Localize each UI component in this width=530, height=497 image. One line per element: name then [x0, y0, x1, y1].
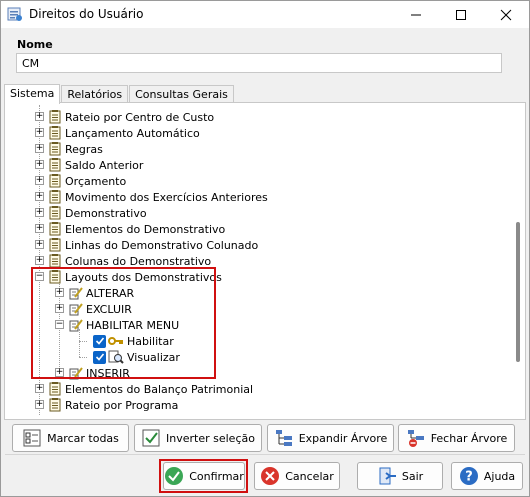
tree-expand-toggle[interactable]: +	[35, 176, 44, 185]
confirm-label: Confirmar	[189, 469, 244, 483]
cancel-button[interactable]: Cancelar	[254, 462, 340, 490]
collapse-tree-icon	[406, 428, 426, 448]
document-icon	[49, 190, 62, 204]
document-icon	[49, 110, 62, 124]
tree-item-label: Movimento dos Exercícios Anteriores	[65, 190, 268, 204]
tree-expand-toggle[interactable]: +	[35, 160, 44, 169]
help-question-icon: ?	[459, 466, 479, 486]
help-label: Ajuda	[483, 469, 516, 483]
tree-expand-toggle[interactable]: +	[35, 208, 44, 217]
collapse-tree-button[interactable]: Fechar Árvore	[398, 424, 515, 452]
dialog-content: Nome Sistema Relatórios Consultas Gerais…	[1, 28, 529, 496]
confirm-button[interactable]: Confirmar	[163, 462, 245, 490]
tree-item[interactable]: Rateio por Programa	[49, 397, 178, 413]
cancel-label: Cancelar	[285, 469, 334, 483]
checkbox-check-icon	[141, 428, 161, 448]
tree-item-label: Elementos do Balanço Patrimonial	[65, 382, 254, 396]
document-icon	[49, 254, 62, 268]
maximize-button[interactable]	[439, 1, 483, 28]
document-icon	[49, 382, 62, 396]
scrollbar-thumb[interactable]	[516, 222, 520, 362]
tree-expand-toggle[interactable]: +	[35, 256, 44, 265]
document-icon	[49, 174, 62, 188]
tree-item[interactable]: Linhas do Demonstrativo Colunado	[49, 237, 258, 253]
invert-selection-button[interactable]: Inverter seleção	[134, 424, 262, 452]
tree-expand-toggle[interactable]: +	[35, 144, 44, 153]
expand-tree-button[interactable]: Expandir Árvore	[267, 424, 394, 452]
tab-consultas-gerais[interactable]: Consultas Gerais	[129, 85, 234, 103]
tree-item[interactable]: Orçamento	[49, 173, 126, 189]
tree-item[interactable]: Lançamento Automático	[49, 125, 200, 141]
tree-item[interactable]: Rateio por Centro de Custo	[49, 109, 214, 125]
app-icon	[7, 6, 23, 22]
help-button[interactable]: ? Ajuda	[451, 462, 523, 490]
tree-scrollbar[interactable]	[513, 107, 523, 413]
tab-sistema[interactable]: Sistema	[4, 84, 61, 104]
exit-door-icon	[377, 466, 397, 486]
minimize-button[interactable]	[394, 1, 438, 28]
tree-expand-toggle[interactable]: +	[35, 128, 44, 137]
document-icon	[49, 126, 62, 140]
tree-item[interactable]: Elementos do Balanço Patrimonial	[49, 381, 253, 397]
document-icon	[49, 238, 62, 252]
tree-item-label: Rateio por Centro de Custo	[65, 110, 215, 124]
tree-item-label: Saldo Anterior	[65, 158, 144, 172]
title-bar: Direitos do Usuário	[1, 1, 529, 28]
collapse-tree-label: Fechar Árvore	[430, 431, 508, 445]
nome-input[interactable]	[16, 53, 502, 73]
exit-label: Sair	[401, 469, 424, 483]
tree-item[interactable]: Regras	[49, 141, 103, 157]
tab-strip: Sistema Relatórios Consultas Gerais	[4, 84, 235, 104]
tree-item-label: Linhas do Demonstrativo Colunado	[65, 238, 259, 252]
mark-all-button[interactable]: Marcar todas	[12, 424, 129, 452]
tree-item-label: Lançamento Automático	[65, 126, 200, 140]
document-icon	[49, 206, 62, 220]
nome-label: Nome	[17, 38, 53, 51]
tree-item-label: Elementos do Demonstrativo	[65, 222, 226, 236]
document-icon	[49, 142, 62, 156]
separator	[5, 454, 525, 455]
mark-all-label: Marcar todas	[47, 431, 119, 445]
tree-item[interactable]: Saldo Anterior	[49, 157, 143, 173]
expand-tree-icon	[274, 428, 294, 448]
document-icon	[49, 398, 62, 412]
checklist-icon	[22, 428, 42, 448]
document-icon	[49, 222, 62, 236]
close-icon	[500, 9, 512, 20]
tree-expand-toggle[interactable]: +	[35, 224, 44, 233]
document-icon	[49, 158, 62, 172]
svg-text:?: ?	[465, 470, 473, 485]
tree-item-label: Regras	[65, 142, 103, 156]
tab-relatorios[interactable]: Relatórios	[61, 85, 129, 103]
tree-expand-toggle[interactable]: +	[35, 192, 44, 201]
cancel-x-icon	[260, 466, 280, 486]
tree-item[interactable]: Demonstrativo	[49, 205, 147, 221]
tree-item[interactable]: Movimento dos Exercícios Anteriores	[49, 189, 268, 205]
tree-item-label: Demonstrativo	[65, 206, 147, 220]
tree-item-label: Rateio por Programa	[65, 398, 179, 412]
confirm-check-icon	[164, 466, 184, 486]
minimize-icon	[411, 14, 421, 15]
tree-expand-toggle[interactable]: +	[35, 112, 44, 121]
close-button[interactable]	[484, 1, 528, 28]
tree-expand-toggle[interactable]: +	[35, 400, 44, 409]
expand-tree-label: Expandir Árvore	[298, 431, 388, 445]
tree-item-label: Orçamento	[65, 174, 127, 188]
tree-item-label: Colunas do Demonstrativo	[65, 254, 212, 268]
highlight-box-layouts	[31, 267, 216, 379]
window-title: Direitos do Usuário	[29, 7, 144, 21]
user-rights-dialog: Direitos do Usuário Nome Sistema Relatór…	[0, 0, 530, 497]
tree-expand-toggle[interactable]: +	[35, 384, 44, 393]
tree-expand-toggle[interactable]: +	[35, 240, 44, 249]
maximize-icon	[456, 9, 466, 20]
tree-item[interactable]: Elementos do Demonstrativo	[49, 221, 225, 237]
exit-button[interactable]: Sair	[357, 462, 443, 490]
invert-selection-label: Inverter seleção	[166, 431, 255, 445]
